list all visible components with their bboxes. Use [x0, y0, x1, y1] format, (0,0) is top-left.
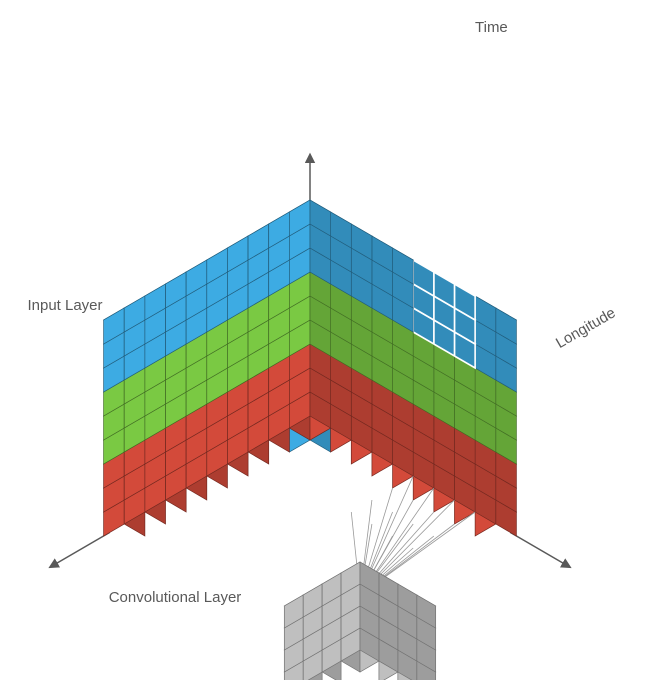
- conv-layer-label: Convolutional Layer: [109, 589, 242, 606]
- conv-cube: [284, 562, 435, 680]
- input-layer-label: Input Layer: [27, 297, 102, 314]
- axis-time-label: Time: [475, 19, 508, 36]
- axis-longitude-label: Longitude: [553, 304, 619, 352]
- input-cube: [104, 200, 517, 536]
- diagram: Input Layer Convolutional Layer Time Lat…: [0, 0, 670, 680]
